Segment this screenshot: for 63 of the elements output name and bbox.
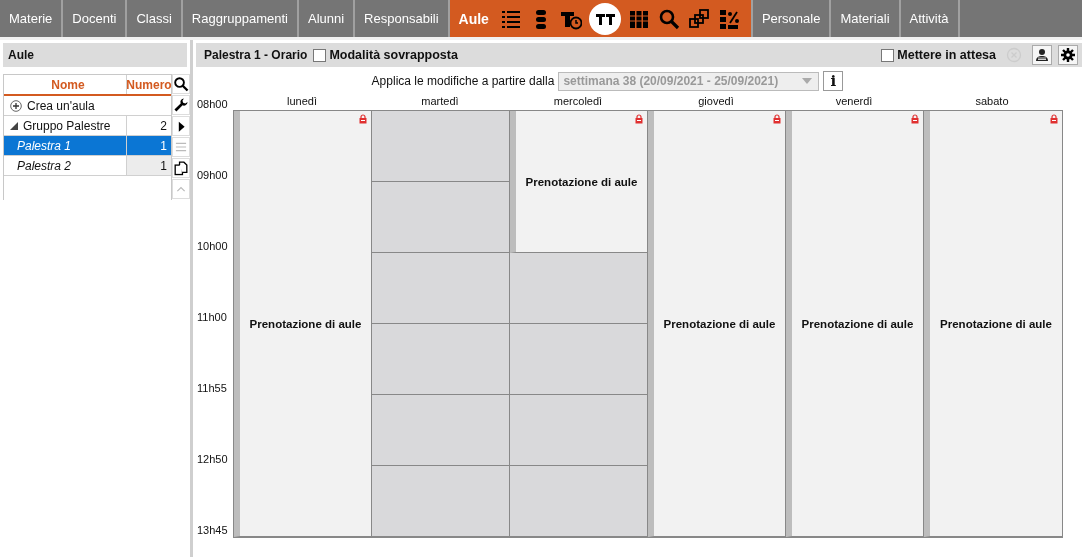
panel-title: Aule	[3, 43, 187, 67]
apply-label: Applica le modifiche a partire dalla	[371, 74, 555, 88]
booking-block[interactable]: Prenotazione di aule	[924, 111, 1062, 537]
time-label: 11h00	[197, 310, 228, 324]
squares-icon[interactable]	[686, 6, 711, 31]
booking-text: Prenotazione di aule	[940, 317, 1052, 330]
day-header: mercoledì	[553, 95, 603, 107]
timetable-icon[interactable]	[588, 2, 621, 35]
nav-tab[interactable]: Docenti	[63, 0, 128, 37]
plus-icon	[10, 99, 22, 112]
info-button[interactable]: i	[823, 71, 844, 91]
nav-tab[interactable]: Materiali	[831, 0, 901, 37]
nav-tab[interactable]: Classi	[127, 0, 183, 37]
week-dropdown[interactable]: settimana 38 (20/09/2021 - 25/09/2021)	[558, 71, 820, 91]
time-label: 08h00	[197, 97, 229, 111]
nav-tab[interactable]: Aule	[449, 0, 753, 37]
group-name: Gruppo Palestre	[23, 118, 111, 133]
room-row[interactable]: Palestra 2 1	[4, 156, 171, 176]
column-header[interactable]: Numero	[126, 75, 171, 94]
booking-block[interactable]: Prenotazione di aule	[786, 111, 923, 537]
room-count: 2	[160, 118, 167, 133]
room-name: Palestra 2	[17, 158, 72, 173]
panel-title: Palestra 1 - Orario	[204, 48, 308, 62]
room-count: 1	[160, 138, 167, 153]
booking-block[interactable]: Prenotazione di aule	[648, 111, 785, 537]
day-header: lunedì	[287, 95, 317, 107]
day-header: venerdì	[835, 95, 873, 107]
play-icon[interactable]	[172, 116, 190, 136]
copy-icon[interactable]	[172, 158, 190, 178]
booking-block[interactable]: Prenotazione di aule	[510, 111, 647, 253]
booking-block[interactable]: Prenotazione di aule	[234, 111, 371, 537]
caret-icon	[802, 78, 813, 84]
room-count: 1	[160, 158, 167, 173]
booking-text: Prenotazione di aule	[801, 317, 914, 330]
checkbox[interactable]	[313, 48, 327, 62]
room-name: Palestra 1	[17, 138, 72, 153]
checkbox-label: Mettere in attesa	[897, 48, 996, 62]
search-icon[interactable]	[172, 74, 190, 94]
day-header: sabato	[975, 95, 1009, 107]
nav-tab[interactable]: Materie	[0, 0, 64, 37]
column-header[interactable]: Nome	[4, 75, 126, 94]
day-header: martedì	[421, 95, 459, 107]
day-header: giovedì	[698, 95, 734, 107]
time-label: 12h50	[197, 452, 229, 466]
nav-tab[interactable]: Alunni	[298, 0, 356, 37]
create-room-button[interactable]: Crea un'aula	[4, 96, 171, 115]
booking-text: Prenotazione di aule	[249, 317, 362, 330]
booking-text: Prenotazione di aule	[525, 175, 638, 188]
nav-tab[interactable]: Raggruppamenti	[182, 0, 299, 37]
expander-icon[interactable]	[10, 121, 18, 130]
time-label: 11h55	[197, 381, 228, 395]
person-button[interactable]	[1032, 45, 1052, 65]
nav-tab[interactable]: Attività	[900, 0, 960, 37]
checkbox-label: Modalità sovrapposta	[329, 48, 458, 62]
time-label: 10h00	[197, 239, 229, 253]
booking-text: Prenotazione di aule	[663, 317, 776, 330]
checkbox[interactable]	[881, 48, 895, 62]
time-label: 09h00	[197, 168, 229, 182]
settings-button[interactable]	[1058, 45, 1078, 65]
wrench-icon[interactable]	[172, 95, 190, 115]
room-row[interactable]: Palestra 1 1	[4, 136, 171, 156]
time-label: 13h45	[197, 523, 229, 537]
nav-tab[interactable]: Personale	[752, 0, 832, 37]
